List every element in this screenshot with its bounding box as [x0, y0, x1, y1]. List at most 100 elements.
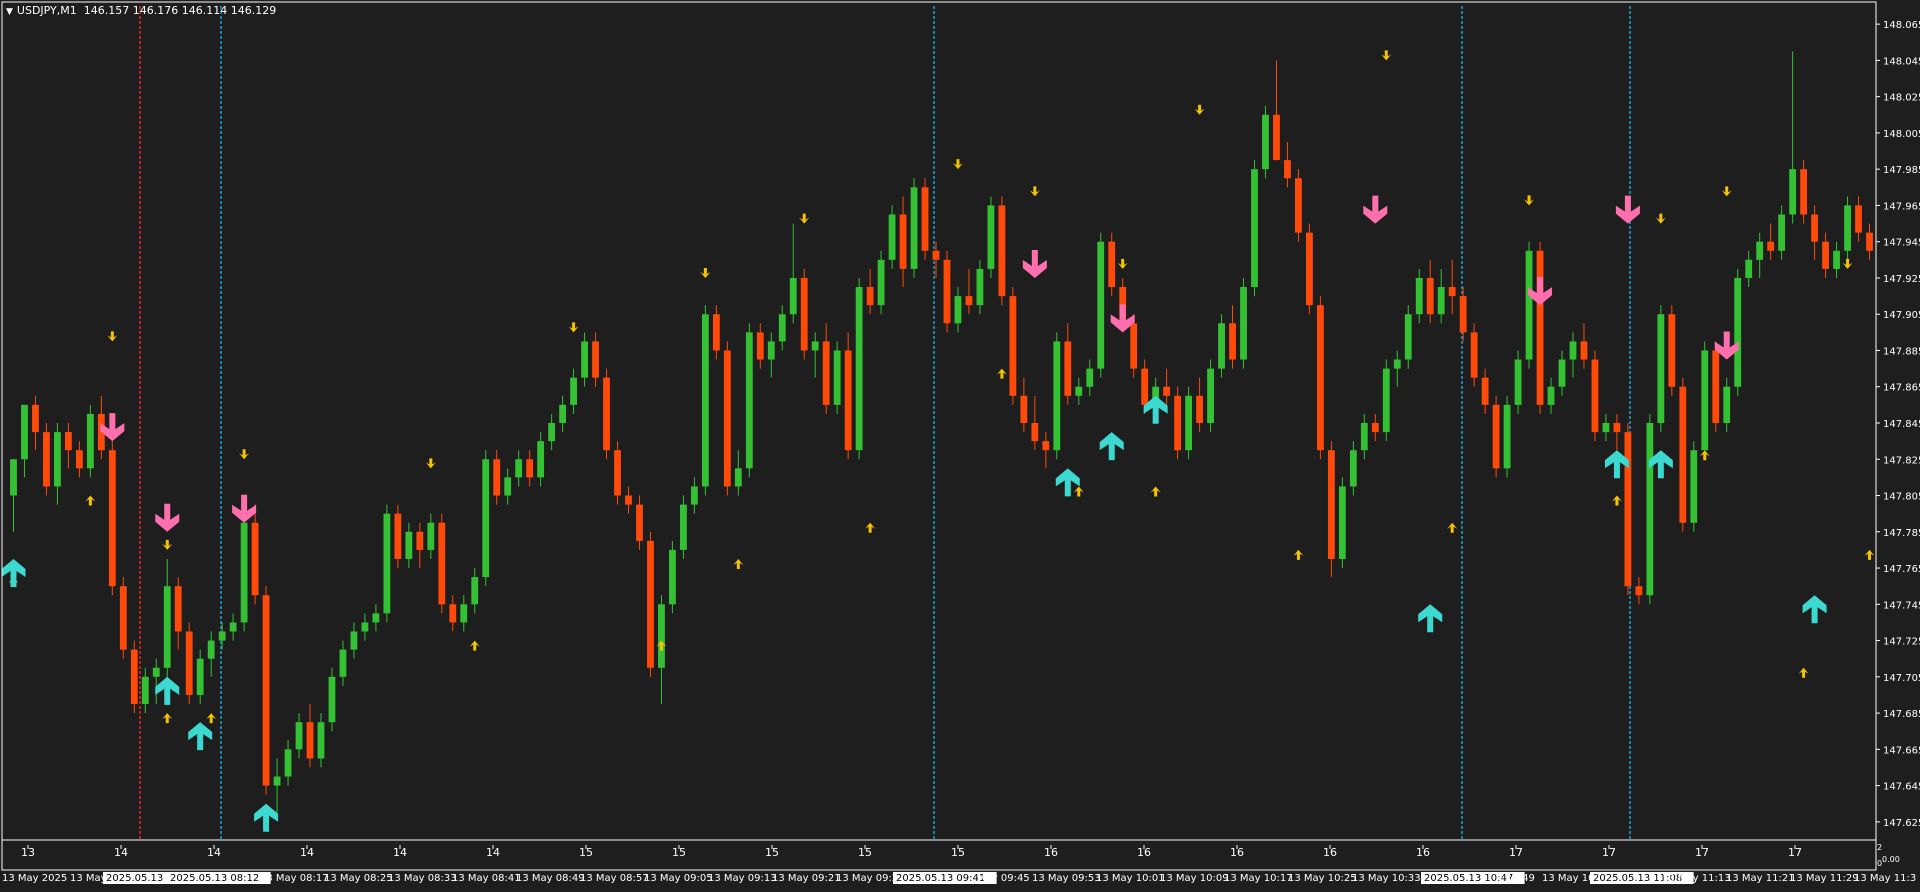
big-down-arrow-icon — [1022, 249, 1047, 278]
small-up-arrow-icon — [1073, 486, 1084, 497]
small-up-arrow-icon — [1699, 450, 1710, 461]
candle-body — [185, 631, 193, 695]
candle-body — [1448, 287, 1456, 297]
candle-body — [855, 287, 863, 451]
chart-area[interactable]: 148.065 148.045 148.025 148.005 147.985 147.9… — [0, 0, 1920, 892]
upper-time-label: 17 — [1509, 846, 1523, 859]
small-down-arrow-icon — [568, 322, 579, 333]
candle-body — [273, 776, 281, 786]
candle-body — [482, 459, 490, 578]
candle-body — [1284, 160, 1291, 179]
candle-body — [1349, 450, 1357, 487]
y-tick-label: 147.825 — [1883, 455, 1920, 466]
candle-body — [251, 522, 259, 596]
candle-body — [372, 613, 380, 623]
candle-body — [1316, 305, 1324, 451]
y-tick-label: 147.885 — [1883, 346, 1920, 357]
candle-body — [163, 586, 171, 668]
candle-body — [1240, 287, 1247, 360]
candle-body — [1229, 323, 1236, 360]
candle-body — [1163, 386, 1171, 396]
small-up-arrow-icon — [85, 495, 96, 506]
candle-body — [1789, 169, 1797, 215]
upper-time-label: 16 — [1323, 846, 1337, 859]
time-label: 13 May 11:13 — [1662, 873, 1731, 884]
candle-body — [1657, 314, 1665, 423]
candle-body — [899, 214, 907, 269]
candle-body — [1723, 386, 1731, 423]
dropdown-triangle-icon[interactable]: ▼ — [6, 7, 13, 17]
candle-body — [1053, 341, 1061, 451]
small-down-arrow-icon — [952, 159, 963, 170]
upper-time-label: 14 — [300, 846, 314, 859]
upper-time-label: 15 — [951, 846, 965, 859]
small-down-arrow-icon — [1655, 213, 1666, 224]
candle-body — [1855, 205, 1862, 233]
small-down-arrow-icon — [425, 458, 436, 469]
upper-time-label: 17 — [1602, 846, 1616, 859]
candle-body — [987, 205, 995, 269]
candle-body — [1064, 341, 1072, 396]
time-label: 13 May 08:25 — [324, 873, 393, 884]
candle-body — [1800, 169, 1808, 215]
candle-body — [75, 450, 83, 469]
candle-body — [1734, 277, 1742, 387]
time-label: 13 May 10:17 — [1224, 873, 1293, 884]
small-up-arrow-icon — [1611, 495, 1622, 506]
upper-time-label: 14 — [114, 846, 128, 859]
small-down-arrow-icon — [1381, 50, 1392, 61]
candle-body — [471, 577, 479, 605]
big-up-arrow-icon — [1055, 468, 1080, 497]
y-tick-label: 147.945 — [1883, 238, 1920, 249]
candle-body — [262, 595, 270, 786]
time-label: 13 May 10:09 — [1160, 873, 1229, 884]
candle-body — [152, 667, 160, 677]
candle-body — [1097, 241, 1105, 369]
candle-body — [680, 504, 687, 550]
small-up-arrow-icon — [733, 558, 744, 569]
candle-body — [932, 250, 940, 260]
candle-body — [1536, 250, 1544, 405]
y-tick-label: 147.745 — [1883, 600, 1920, 611]
candle-body — [1404, 314, 1412, 360]
candle-body — [789, 277, 797, 315]
candle-body — [965, 296, 973, 306]
candle-body — [1580, 341, 1588, 360]
small-down-arrow-icon — [1117, 258, 1128, 269]
small-down-arrow-icon — [1524, 195, 1535, 206]
small-up-arrow-icon — [1798, 667, 1809, 678]
candle-body — [405, 531, 413, 559]
candle-body — [383, 513, 391, 614]
small-down-arrow-icon — [1029, 186, 1040, 197]
candle-body — [1360, 423, 1368, 451]
small-up-arrow-icon — [1293, 549, 1304, 560]
y-tick-label: 147.645 — [1883, 782, 1920, 793]
candle-body — [954, 296, 962, 324]
small-down-arrow-icon — [107, 331, 118, 342]
time-label: 13 May 09:05 — [644, 873, 713, 884]
candle-body — [723, 350, 731, 487]
candle-body — [1273, 114, 1280, 161]
candle-body — [1745, 259, 1753, 278]
candle-body — [64, 432, 72, 451]
upper-time-label: 14 — [486, 846, 500, 859]
y-tick-label: 147.925 — [1883, 274, 1920, 285]
candle-body — [1470, 332, 1478, 378]
upper-time-label: 16 — [1230, 846, 1244, 859]
y-tick-label: 147.685 — [1883, 709, 1920, 720]
candle-body — [877, 259, 885, 306]
candle-body — [119, 586, 127, 650]
candle-body — [888, 214, 896, 260]
upper-time-label: 14 — [207, 846, 221, 859]
candle-body — [1514, 359, 1522, 405]
price-chart[interactable]: 148.065 148.045 148.025 148.005 147.985 147.9… — [0, 0, 1920, 892]
y-tick-label: 147.705 — [1883, 673, 1920, 684]
candle-body — [1547, 386, 1555, 405]
candle-body — [1426, 277, 1434, 315]
highlighted-time-label: 2025.05.13 08:12 — [170, 873, 259, 884]
candle-body — [690, 486, 698, 505]
time-label: May 09:45 — [977, 873, 1030, 884]
candle-body — [1481, 377, 1489, 405]
small-up-arrow-icon — [1864, 549, 1875, 560]
big-down-arrow-icon — [1363, 195, 1388, 224]
